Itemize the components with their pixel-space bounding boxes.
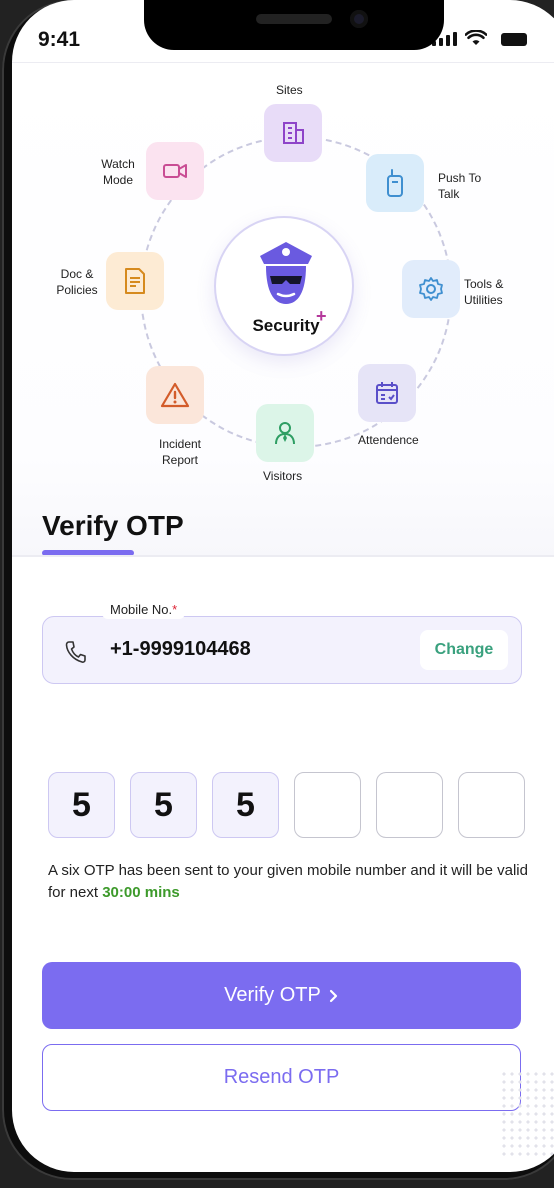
otp-digit-1[interactable]: 5 (48, 772, 115, 838)
change-number-button[interactable]: Change (420, 630, 508, 670)
otp-input-row: 5 5 5 (48, 772, 525, 838)
module-sites[interactable] (264, 104, 322, 162)
plus-badge: + (316, 306, 327, 326)
module-tools-utilities[interactable] (402, 260, 460, 318)
video-camera-icon (163, 164, 187, 178)
module-label-attendence: Attendence (358, 433, 419, 447)
front-camera (350, 10, 368, 28)
building-icon (283, 122, 304, 144)
module-label-sites: Sites (276, 83, 303, 97)
verify-otp-button[interactable]: Verify OTP (42, 962, 521, 1029)
verify-otp-label: Verify OTP (224, 984, 321, 1006)
page-title: Verify OTP (42, 510, 184, 541)
module-watch-mode[interactable] (146, 142, 204, 200)
calendar-icon (376, 382, 398, 404)
module-label-push-to-talk: Push To Talk (438, 171, 482, 201)
mobile-label-text: Mobile No. (110, 602, 173, 617)
otp-timer: 30:00 mins (102, 884, 180, 901)
phone-icon (65, 641, 86, 663)
module-label-watch-mode: Watch Mode (101, 157, 135, 187)
module-label-tools-utilities: Tools & Utilities (464, 277, 504, 307)
app-screen: 9:41 Security + Sites Push To Talk Tools… (12, 0, 554, 1172)
wifi-icon (465, 30, 487, 45)
security-guard-icon (260, 242, 312, 304)
mobile-number-value: +1-9999104468 (110, 638, 251, 660)
otp-digit-6[interactable] (458, 772, 525, 838)
walkie-talkie-icon (387, 169, 403, 197)
module-visitors[interactable] (256, 404, 314, 462)
module-label-doc-policies: Doc & Policies (56, 267, 98, 297)
battery-icon (501, 33, 527, 46)
header-divider (12, 62, 554, 63)
section-divider (12, 555, 554, 557)
resend-otp-label: Resend OTP (223, 1066, 340, 1088)
notch (144, 0, 444, 50)
security-label: Security (252, 316, 320, 335)
chevron-right-icon (329, 989, 337, 1002)
speaker (256, 14, 332, 24)
security-hub: Security + (214, 216, 354, 356)
module-label-visitors: Visitors (263, 469, 303, 483)
resend-otp-button[interactable]: Resend OTP (42, 1044, 521, 1111)
module-label-incident-report: Incident Report (158, 437, 202, 467)
module-doc-policies[interactable] (106, 252, 164, 310)
otp-digit-3[interactable]: 5 (212, 772, 279, 838)
otp-digit-2[interactable]: 5 (130, 772, 197, 838)
phone-frame: 9:41 Security + Sites Push To Talk Tools… (0, 0, 554, 1188)
module-push-to-talk[interactable] (366, 154, 424, 212)
status-time: 9:41 (38, 28, 81, 51)
status-icons (432, 30, 527, 46)
decorative-dots (500, 1070, 554, 1160)
otp-info-text: A six OTP has been sent to your given mo… (48, 860, 538, 904)
otp-digit-5[interactable] (376, 772, 443, 838)
warning-icon (160, 382, 190, 408)
visitor-icon (275, 422, 295, 445)
mobile-field-label: Mobile No.* (102, 600, 186, 619)
otp-digit-4[interactable] (294, 772, 361, 838)
required-mark: * (172, 602, 178, 617)
document-icon (125, 268, 145, 294)
gear-icon (419, 277, 443, 301)
module-incident-report[interactable] (146, 366, 204, 424)
module-attendence[interactable] (358, 364, 416, 422)
